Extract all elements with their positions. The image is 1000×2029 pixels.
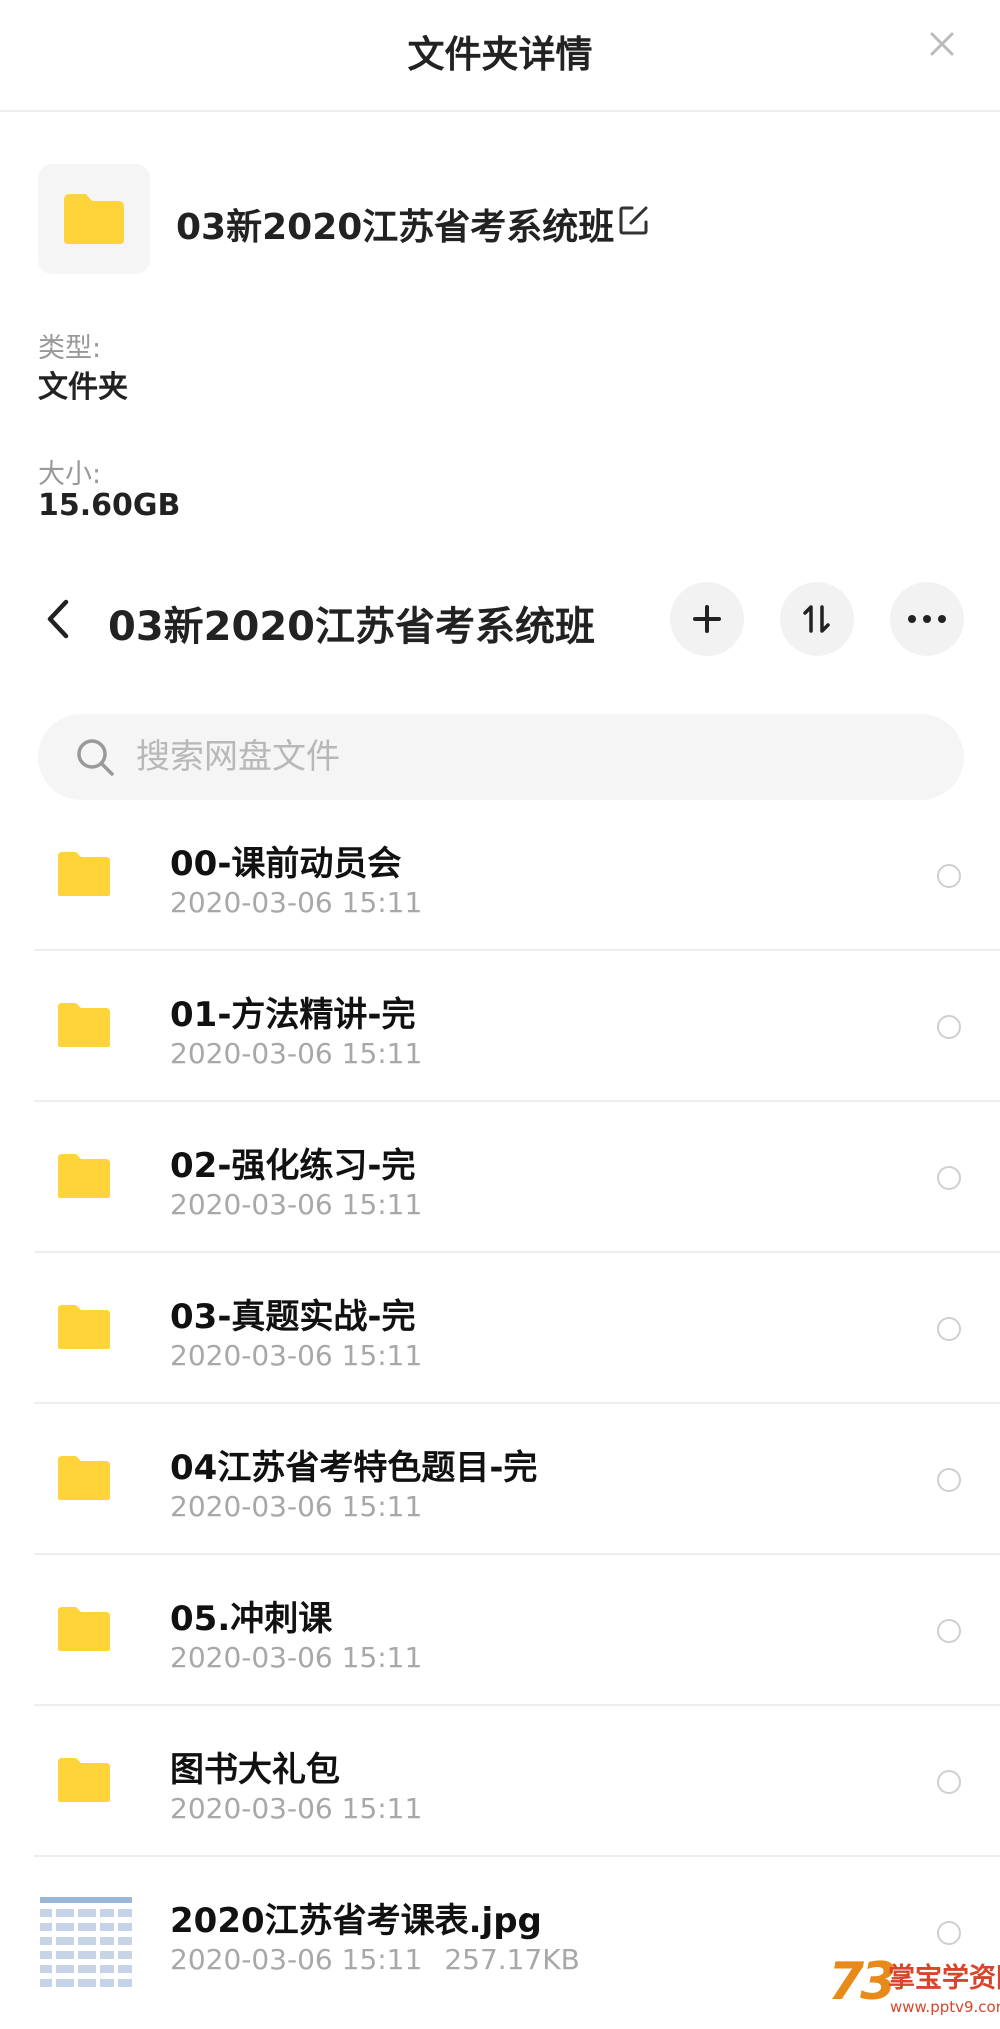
file-name: 2020江苏省考课表.jpg — [170, 1901, 542, 1941]
file-name: 图书大礼包 — [170, 1750, 340, 1790]
back-button[interactable] — [38, 594, 82, 644]
size-label: 大小: — [38, 459, 102, 490]
watermark-url: www.pptv9.com — [890, 1998, 1000, 2016]
more-icon — [908, 615, 946, 623]
file-name: 05.冲刺课 — [170, 1599, 333, 1639]
select-checkbox[interactable] — [937, 1619, 961, 1643]
select-checkbox[interactable] — [937, 864, 961, 888]
file-name: 03-真题实战-完 — [170, 1297, 416, 1337]
edit-icon — [619, 206, 648, 235]
file-meta: 2020-03-06 15:11 257.17KB — [170, 1943, 580, 1976]
file-date: 2020-03-06 15:11 — [170, 1188, 423, 1221]
add-button[interactable] — [670, 582, 744, 656]
sort-icon — [803, 605, 830, 633]
watermark-name: 掌宝学资网 — [888, 1963, 1000, 1994]
file-name: 04江苏省考特色题目-完 — [170, 1448, 538, 1488]
header: 文件夹详情 — [0, 0, 1000, 112]
size-value: 15.60GB — [38, 488, 181, 523]
list-item[interactable]: 04江苏省考特色题目-完 2020-03-06 15:11 — [0, 1404, 1000, 1555]
file-name: 00-课前动员会 — [170, 844, 402, 884]
type-label: 类型: — [38, 333, 102, 364]
folder-icon — [58, 1305, 110, 1349]
type-value: 文件夹 — [38, 370, 128, 405]
folder-icon — [58, 1154, 110, 1198]
file-date: 2020-03-06 15:11 — [170, 1792, 423, 1825]
folder-details-page: 文件夹详情 03新2020江苏省考系统班 类型: 文件夹 大小: 15.60GB… — [0, 0, 1000, 2029]
folder-icon — [64, 194, 124, 244]
folder-icon — [58, 1003, 110, 1047]
watermark: 73 掌宝学资网 www.pptv9.com — [828, 1946, 1000, 2029]
folder-icon — [58, 1758, 110, 1802]
close-button[interactable] — [922, 24, 962, 64]
list-item[interactable]: 03-真题实战-完 2020-03-06 15:11 — [0, 1253, 1000, 1404]
folder-thumbnail — [38, 164, 150, 274]
file-date: 2020-03-06 15:11 — [170, 886, 423, 919]
file-list: 00-课前动员会 2020-03-06 15:11 01-方法精讲-完 2020… — [0, 800, 1000, 2008]
file-size: 257.17KB — [444, 1943, 580, 1976]
more-button[interactable] — [890, 582, 964, 656]
list-item[interactable]: 05.冲刺课 2020-03-06 15:11 — [0, 1555, 1000, 1706]
list-item[interactable]: 00-课前动员会 2020-03-06 15:11 — [0, 800, 1000, 951]
folder-icon — [58, 1456, 110, 1500]
select-checkbox[interactable] — [937, 1317, 961, 1341]
search-bar[interactable] — [38, 714, 964, 800]
list-item[interactable]: 图书大礼包 2020-03-06 15:11 — [0, 1706, 1000, 1857]
search-icon — [77, 739, 114, 776]
file-date: 2020-03-06 15:11 — [170, 1490, 423, 1523]
file-date: 2020-03-06 15:11 — [170, 1943, 423, 1976]
file-date: 2020-03-06 15:11 — [170, 1641, 423, 1674]
rename-button[interactable] — [616, 202, 652, 238]
folder-icon — [58, 1607, 110, 1651]
watermark-logo: 73 — [828, 1952, 896, 2012]
select-checkbox[interactable] — [937, 1468, 961, 1492]
sort-button[interactable] — [780, 582, 854, 656]
list-item[interactable]: 02-强化练习-完 2020-03-06 15:11 — [0, 1102, 1000, 1253]
chevron-left-icon — [47, 599, 69, 639]
page-title: 文件夹详情 — [407, 33, 593, 76]
list-item[interactable]: 01-方法精讲-完 2020-03-06 15:11 — [0, 951, 1000, 1102]
file-name: 02-强化练习-完 — [170, 1146, 416, 1186]
folder-icon — [58, 852, 110, 896]
image-thumbnail-icon — [38, 1893, 134, 1993]
close-icon — [930, 32, 954, 56]
search-input[interactable] — [136, 714, 936, 800]
file-date: 2020-03-06 15:11 — [170, 1339, 423, 1372]
plus-icon — [693, 605, 721, 633]
file-date: 2020-03-06 15:11 — [170, 1037, 423, 1070]
folder-name: 03新2020江苏省考系统班 — [176, 207, 615, 248]
select-checkbox[interactable] — [937, 1015, 961, 1039]
current-folder-title: 03新2020江苏省考系统班 — [108, 604, 595, 650]
select-checkbox[interactable] — [937, 1166, 961, 1190]
file-name: 01-方法精讲-完 — [170, 995, 416, 1035]
select-checkbox[interactable] — [937, 1770, 961, 1794]
select-checkbox[interactable] — [937, 1921, 961, 1945]
